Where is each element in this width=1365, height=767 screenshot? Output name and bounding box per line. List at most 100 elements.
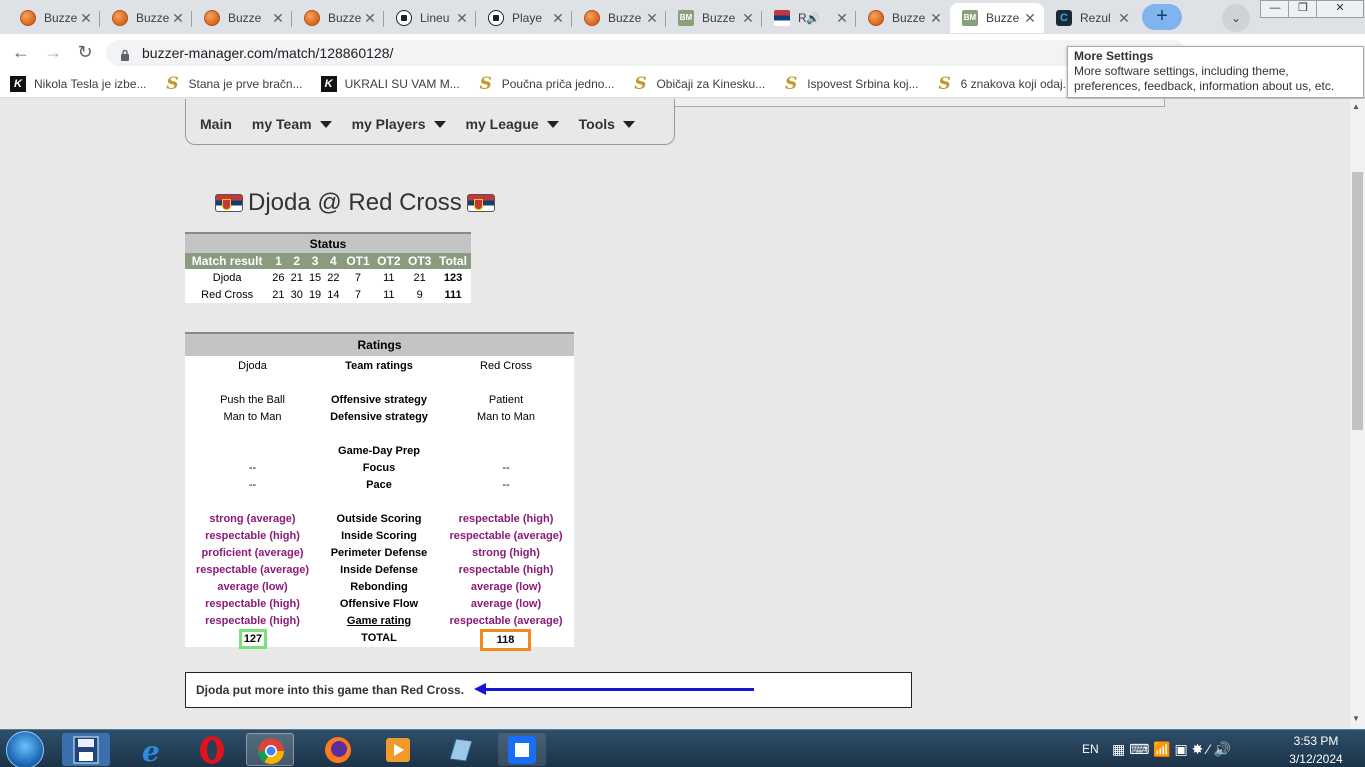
ratings-row: strong (average) Outside Scoring respectab…: [209, 513, 554, 525]
tab-active[interactable]: BM Buzze ✕: [950, 3, 1044, 33]
url-text: buzzer-manager.com/match/128860128/: [142, 45, 394, 61]
new-tab-button[interactable]: +: [1142, 4, 1182, 30]
status-columns: Match result 1 2 3 4 OT1 OT2 OT3 Total: [185, 253, 471, 269]
nav-main[interactable]: Main: [200, 116, 232, 132]
ratings-row: Man to Man Defensive strategy Man to Man: [223, 411, 536, 423]
ratings-row: respectable (average) Inside Defense respe…: [195, 564, 554, 576]
ratings-row: respectable (high) Inside Scoring respecta…: [205, 530, 563, 542]
status-table: Status Match result 1 2 3 4 OT1 OT2 OT3 …: [185, 232, 471, 303]
ratings-row: average (low) Rebonding average (low): [217, 581, 542, 593]
clock-time: 3:53 PM: [1293, 734, 1339, 748]
opera-icon[interactable]: [188, 733, 236, 766]
nav-tools[interactable]: Tools: [579, 116, 635, 132]
s-icon: S: [938, 73, 951, 94]
tray-icons[interactable]: ▦ ⌨ 📶 ▣ ✸ ⁄ 🔊: [1112, 730, 1231, 767]
bookmark-item[interactable]: S Ispovest Srbina koj...: [783, 73, 919, 94]
tab-10[interactable]: Buzze ✕: [856, 3, 950, 33]
tab-8[interactable]: BM Buzze ✕: [666, 3, 762, 33]
close-icon[interactable]: ✕: [740, 10, 756, 27]
bm-icon: BM: [678, 10, 694, 26]
bookmark-item[interactable]: S Poučna priča jedno...: [478, 73, 615, 94]
back-arrow-icon[interactable]: ←: [8, 40, 34, 64]
scrollbar-thumb[interactable]: [1352, 172, 1363, 430]
ratings-row: respectable (high) Game rating respectable…: [205, 615, 563, 627]
maximize-button[interactable]: ❐: [1288, 0, 1318, 18]
reload-icon[interactable]: ↻: [72, 40, 98, 64]
close-icon[interactable]: ✕: [834, 10, 850, 27]
notebook-icon[interactable]: [436, 733, 484, 766]
app-icon[interactable]: [498, 733, 546, 766]
close-window-button[interactable]: ✕: [1316, 0, 1364, 18]
address-bar[interactable]: buzzer-manager.com/match/128860128/: [106, 40, 1186, 66]
caret-down-icon: [622, 121, 635, 128]
bookmark-item[interactable]: S Stana je prve bračn...: [165, 75, 302, 92]
close-icon[interactable]: ✕: [454, 10, 470, 27]
nav-my-team[interactable]: my Team: [252, 116, 332, 132]
bookmark-item[interactable]: K Nikola Tesla je izbe...: [10, 75, 147, 92]
ratings-row: -- Pace --: [248, 479, 510, 491]
table-row: Djoda 26 21 15 22 7 11 21 123: [212, 271, 463, 284]
chrome-icon[interactable]: [246, 733, 294, 766]
s-icon: S: [785, 73, 798, 94]
c-icon: C: [1056, 10, 1072, 26]
tab-3[interactable]: Buzze ✕: [192, 3, 292, 33]
svg-text:e: e: [142, 735, 160, 766]
tab-9[interactable]: R 🔊 ✕: [762, 3, 856, 33]
lock-icon: [120, 48, 130, 61]
scroll-up-icon[interactable]: ▲: [1352, 102, 1360, 111]
tab-5[interactable]: Lineu ✕: [384, 3, 476, 33]
close-icon[interactable]: ✕: [362, 10, 378, 27]
ratings-header: Ratings: [185, 332, 574, 356]
nav-my-players[interactable]: my Players: [352, 116, 446, 132]
s-icon: S: [634, 73, 647, 94]
tab-1[interactable]: Buzze ✕: [8, 3, 100, 33]
close-icon[interactable]: ✕: [78, 10, 94, 27]
more-settings-tooltip: More Settings More software settings, in…: [1067, 46, 1364, 98]
language-indicator[interactable]: EN: [1082, 730, 1099, 767]
away-total-badge: 118: [480, 629, 531, 651]
nav-my-league[interactable]: my League: [466, 116, 559, 132]
media-player-icon[interactable]: [374, 733, 422, 766]
ratings-panel: Ratings Djoda Team ratings Red Cross Push …: [185, 332, 574, 647]
arrowhead-icon: [474, 683, 486, 695]
start-button[interactable]: [6, 731, 44, 767]
arrow-icon: [478, 688, 754, 691]
caret-down-icon: [546, 121, 559, 128]
close-icon[interactable]: ✕: [928, 10, 944, 27]
basketball-icon: [304, 10, 320, 26]
basketball-icon: [868, 10, 884, 26]
ratings-row: Push the Ball Offensive strategy Patient: [220, 394, 524, 406]
chevron-down-icon[interactable]: ⌄: [1222, 4, 1250, 32]
tab-4[interactable]: Buzze ✕: [292, 3, 384, 33]
tab-2[interactable]: Buzze ✕: [100, 3, 192, 33]
close-icon[interactable]: ✕: [644, 10, 660, 27]
scroll-down-icon[interactable]: ▼: [1352, 714, 1360, 723]
clock[interactable]: 3:53 PM 3/12/2024: [1284, 732, 1348, 767]
ratings-row: respectable (high) Offensive Flow average …: [205, 598, 542, 610]
close-icon[interactable]: ✕: [1022, 10, 1038, 27]
forward-arrow-icon[interactable]: →: [40, 40, 66, 64]
close-icon[interactable]: ✕: [170, 10, 186, 27]
bookmark-item[interactable]: S Običaji za Kinesku...: [632, 73, 765, 94]
close-icon[interactable]: ✕: [1116, 10, 1132, 27]
bookmark-item[interactable]: K UKRALI SU VAM M...: [320, 75, 460, 92]
minimize-button[interactable]: —: [1260, 0, 1290, 18]
s-icon: S: [479, 73, 492, 94]
basketball-icon: [112, 10, 128, 26]
taskbar: e EN ▦ ⌨ 📶 ▣ ✸ ⁄ 🔊 3:53 PM 3/12/2024: [0, 729, 1365, 767]
bookmark-item[interactable]: S6 znakova koji odaj...: [937, 73, 1072, 94]
table-row: Red Cross 21 30 19 14 7 11 9 111: [201, 288, 462, 301]
close-icon[interactable]: ✕: [270, 10, 286, 27]
speaker-icon[interactable]: 🔊: [806, 12, 820, 25]
firefox-icon[interactable]: [314, 733, 362, 766]
close-icon[interactable]: ✕: [550, 10, 566, 27]
page-content: Main my Team my Players my League Tools …: [0, 99, 1350, 729]
tab-6[interactable]: Playe ✕: [476, 3, 572, 33]
save-disk-icon[interactable]: [62, 733, 110, 766]
ratings-row: Djoda Team ratings Red Cross: [238, 360, 532, 372]
serbia-flag-icon: [466, 194, 495, 212]
internet-explorer-icon[interactable]: e: [128, 733, 176, 767]
tooltip-text: More software settings, including theme,…: [1074, 64, 1335, 93]
tab-7[interactable]: Buzze ✕: [572, 3, 666, 33]
tab-12[interactable]: C Rezul ✕: [1044, 3, 1138, 33]
